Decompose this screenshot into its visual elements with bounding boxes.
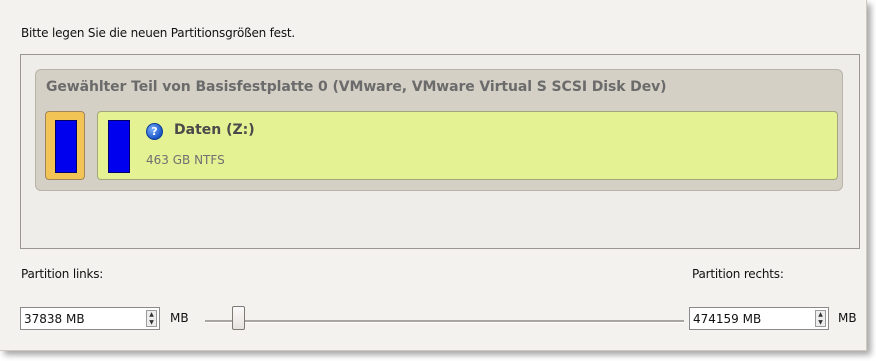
partition-left-input[interactable] bbox=[24, 310, 124, 327]
free-space-left-block[interactable] bbox=[45, 111, 85, 180]
disk-panel: Gewählter Teil von Basisfestplatte 0 (VM… bbox=[35, 69, 843, 191]
partition-right-spinbox[interactable]: ▲ ▼ bbox=[689, 307, 829, 330]
partition-right-label: Partition rechts: bbox=[692, 267, 784, 281]
partition-right-input[interactable] bbox=[693, 310, 793, 327]
partition-right-spin-buttons[interactable]: ▲ ▼ bbox=[815, 310, 826, 327]
spin-down-icon[interactable]: ▼ bbox=[816, 319, 825, 326]
partition-left-label: Partition links: bbox=[21, 267, 104, 281]
partition-left-unit: MB bbox=[170, 311, 189, 325]
disk-map-area: Gewählter Teil von Basisfestplatte 0 (VM… bbox=[20, 54, 860, 249]
partition-right-unit: MB bbox=[838, 311, 857, 325]
partition-size-slider-track[interactable] bbox=[205, 320, 684, 323]
free-space-usage-bar bbox=[55, 120, 77, 173]
partition-daten-block[interactable]: ? Daten (Z:) 463 GB NTFS bbox=[97, 111, 838, 180]
partition-info: 463 GB NTFS bbox=[146, 153, 225, 167]
instruction-text: Bitte legen Sie die neuen Partitionsgröß… bbox=[21, 26, 296, 40]
partition-left-spin-buttons[interactable]: ▲ ▼ bbox=[146, 310, 157, 327]
spin-down-icon[interactable]: ▼ bbox=[147, 319, 156, 326]
spin-up-icon[interactable]: ▲ bbox=[816, 311, 825, 318]
spin-up-icon[interactable]: ▲ bbox=[147, 311, 156, 318]
partition-name: Daten (Z:) bbox=[174, 122, 255, 138]
help-icon: ? bbox=[146, 123, 163, 140]
partition-usage-bar bbox=[108, 120, 130, 173]
partition-size-slider-thumb[interactable] bbox=[232, 306, 245, 330]
partition-resize-panel: Bitte legen Sie die neuen Partitionsgröß… bbox=[0, 0, 867, 351]
disk-title: Gewählter Teil von Basisfestplatte 0 (VM… bbox=[46, 79, 667, 95]
partition-left-spinbox[interactable]: ▲ ▼ bbox=[20, 307, 160, 330]
